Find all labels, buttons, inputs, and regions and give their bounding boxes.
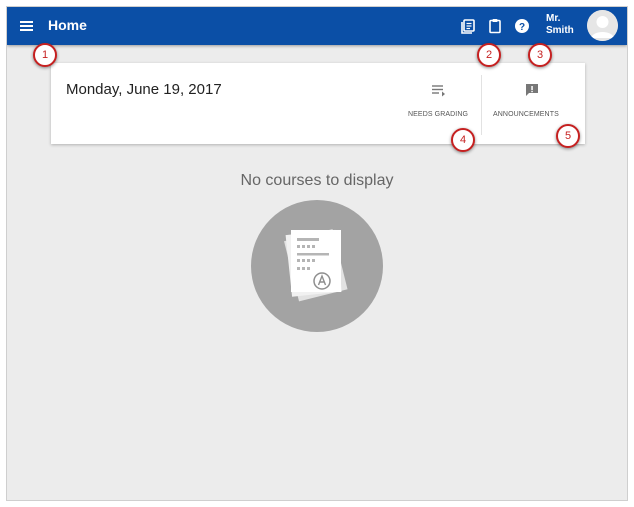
classes-icon[interactable] xyxy=(459,17,477,35)
top-app-bar: Home ? Mr. Smith xyxy=(7,7,627,45)
help-icon[interactable]: ? xyxy=(513,17,531,35)
announcements-label: ANNOUNCEMENTS xyxy=(493,111,559,118)
user-name[interactable]: Mr. Smith xyxy=(546,13,574,37)
app-window: Home ? Mr. Smith Monday, June 19, 2017 N… xyxy=(6,6,628,501)
user-name-line1: Mr. xyxy=(546,13,561,24)
empty-state-message: No courses to display xyxy=(240,172,394,189)
callout-5: 5 xyxy=(556,124,580,148)
page-title: Home xyxy=(48,17,87,33)
svg-text:?: ? xyxy=(519,22,525,33)
needs-grading-icon xyxy=(431,83,447,102)
needs-grading-label: NEEDS GRADING xyxy=(408,111,469,118)
avatar[interactable] xyxy=(587,10,618,41)
callout-4: 4 xyxy=(451,128,475,152)
today-card: Monday, June 19, 2017 NEEDS GRADING ANNO… xyxy=(51,63,585,144)
card-divider xyxy=(481,75,482,135)
announcements-icon xyxy=(525,83,539,102)
callout-2: 2 xyxy=(477,43,501,67)
user-name-line2: Smith xyxy=(546,25,574,36)
callout-1: 1 xyxy=(33,43,57,67)
empty-state-illustration xyxy=(251,200,383,332)
menu-icon[interactable] xyxy=(19,18,35,34)
today-date: Monday, June 19, 2017 xyxy=(66,81,222,98)
callout-3: 3 xyxy=(528,43,552,67)
clipboard-icon[interactable] xyxy=(486,17,504,35)
